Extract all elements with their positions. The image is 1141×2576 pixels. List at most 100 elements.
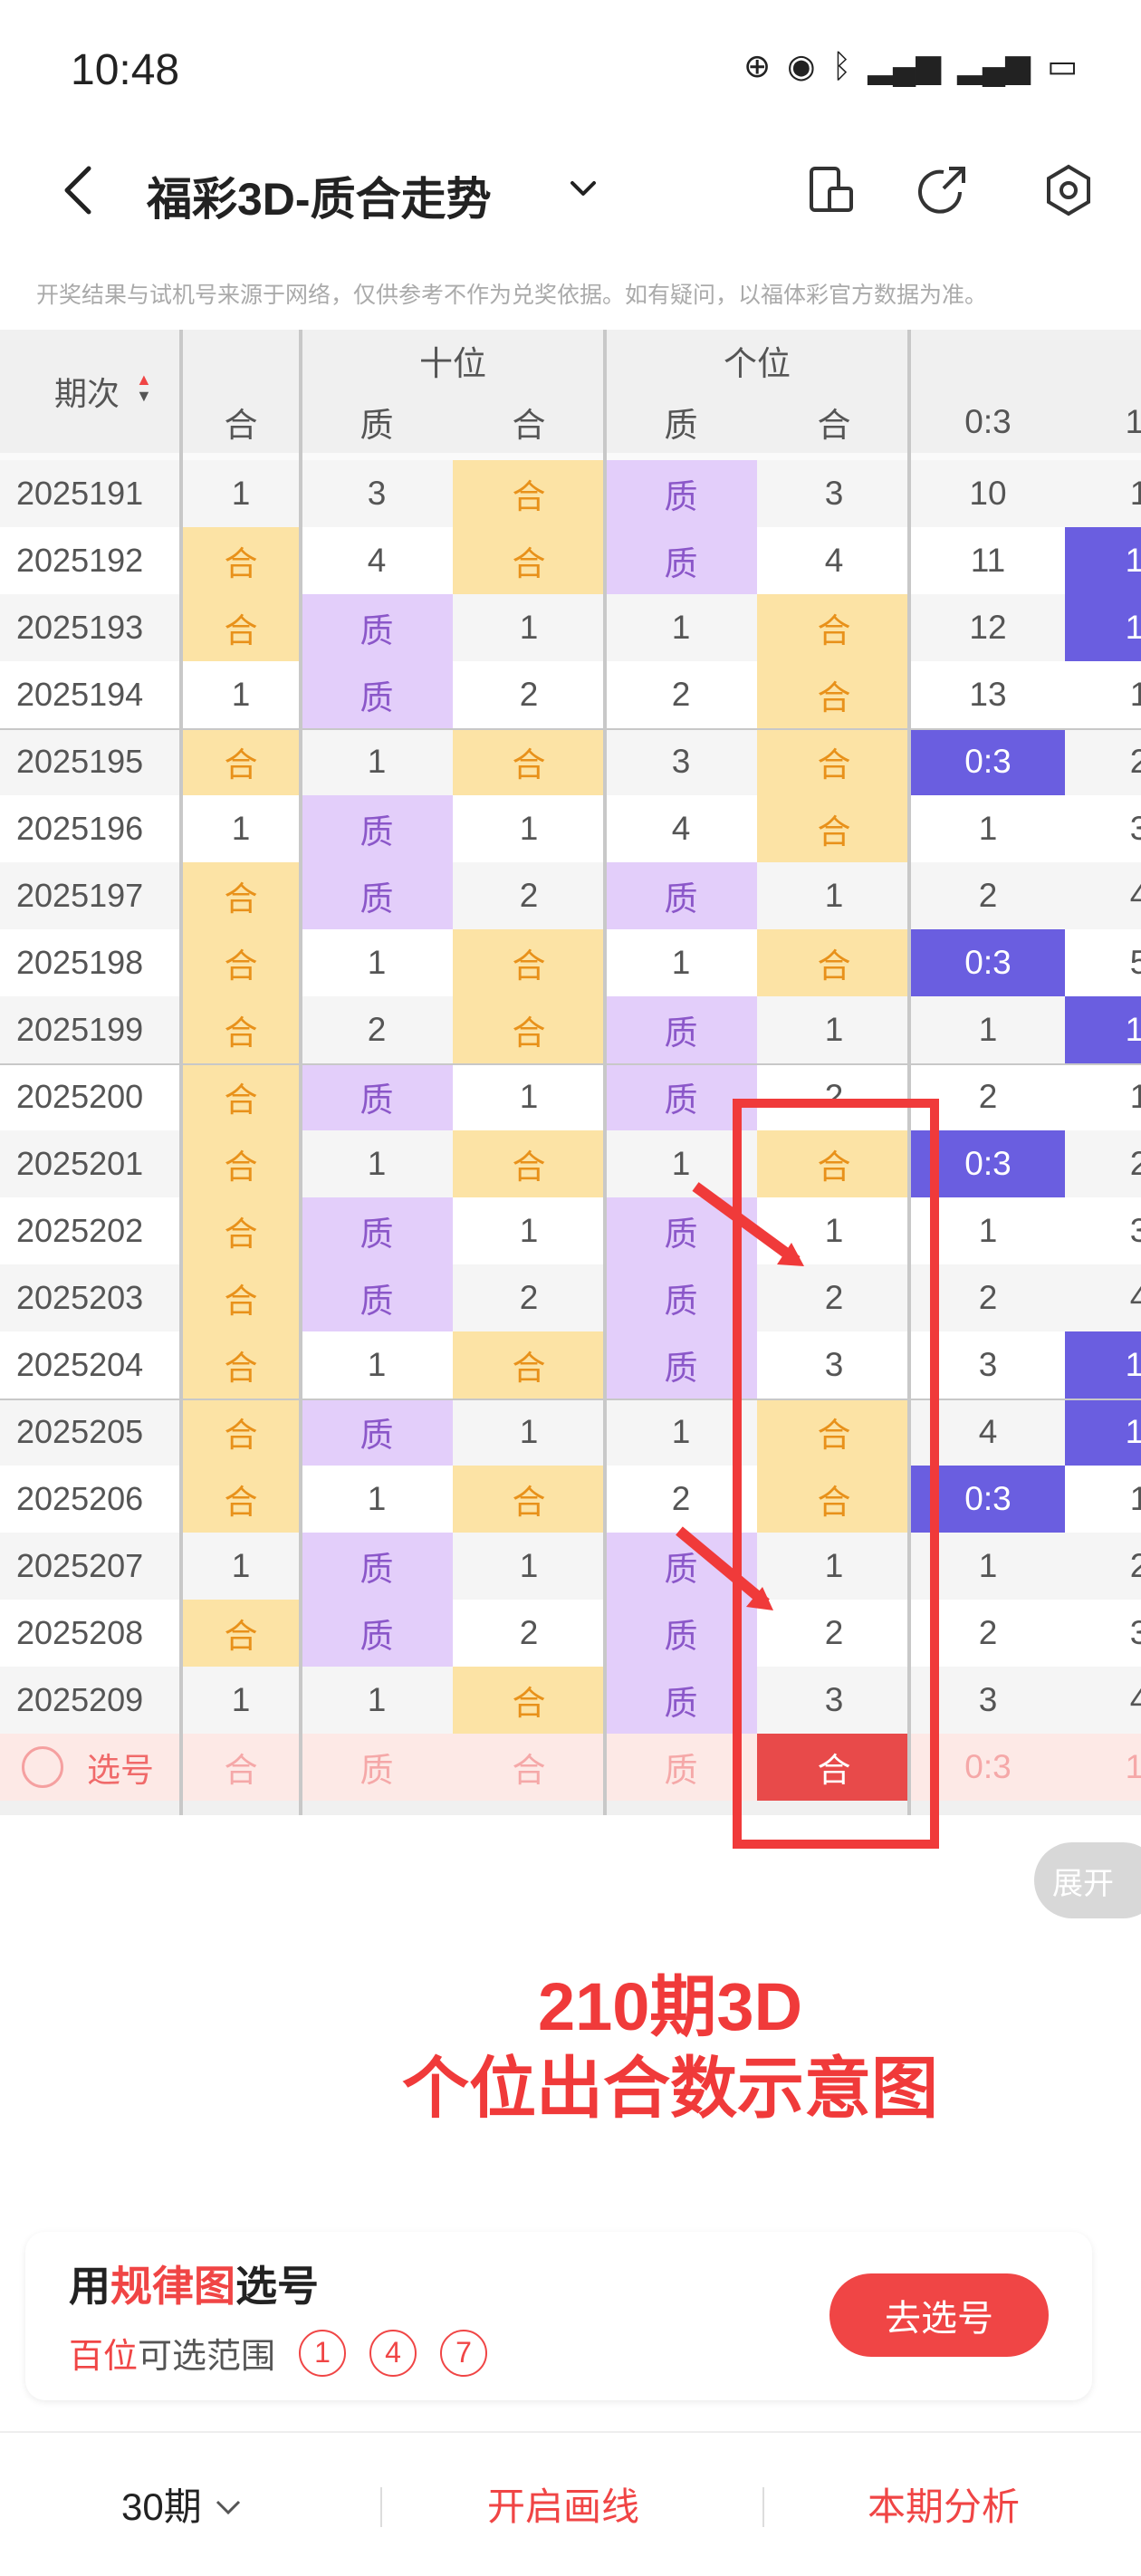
rule-sub-highlight: 百位: [69, 2338, 139, 2376]
status-bar: 10:48 ⊕ ◉ ᛒ ▂▄▆ ▂▄▆ ▭: [0, 0, 1141, 136]
trend-cell: 2: [671, 1480, 691, 1517]
select-cell[interactable]: 1:: [1065, 1734, 1141, 1801]
trend-cell: 1: [231, 1681, 251, 1718]
page-title[interactable]: 福彩3D-质合走势: [147, 163, 492, 228]
select-cell[interactable]: 合: [181, 1734, 301, 1801]
trend-cell: 1: [367, 1480, 387, 1517]
disclaimer-text: 开奖结果与试机号来源于网络，仅供参考不作为兑奖依据。如有疑问，以福体彩官方数据为…: [36, 283, 988, 308]
select-cell[interactable]: 0:3: [911, 1734, 1065, 1801]
trend-cell: 合: [453, 996, 605, 1063]
select-cell[interactable]: 合: [757, 1734, 911, 1801]
period-cell: 2025196: [16, 810, 144, 847]
trend-cell: 合: [757, 1466, 911, 1533]
trend-cell: 1: [231, 1547, 251, 1584]
trend-cell: 2: [671, 676, 691, 713]
rule-card-subtitle: 百位可选范围 1 4 7: [69, 2328, 488, 2378]
rotate-screen-icon[interactable]: [802, 161, 860, 219]
bottom-bar: 30期 开启画线 本期分析: [0, 2431, 1141, 2576]
trend-cell: 1: [671, 1413, 691, 1450]
title-bar: 福彩3D-质合走势: [0, 136, 1141, 245]
sub-header: 质: [301, 393, 453, 451]
trend-cell: 合: [181, 1264, 301, 1331]
trend-cell: 合: [181, 1399, 301, 1466]
period-cell: 2025198: [16, 944, 144, 981]
trend-cell: 4: [671, 810, 691, 847]
overlay-subtitle: 个位出合数示意图: [402, 2051, 938, 2126]
chevron-down-icon[interactable]: [565, 170, 601, 207]
chevron-down-icon: [216, 2500, 241, 2515]
trend-cell: 1: [231, 676, 251, 713]
rule-title-highlight: 规律图: [110, 2263, 235, 2310]
period-cell: 2025192: [16, 542, 144, 579]
trend-cell: 质: [605, 1533, 757, 1600]
select-cell[interactable]: 质: [301, 1734, 453, 1801]
trend-cell: 质: [605, 1600, 757, 1667]
trend-cell: 合: [181, 527, 301, 594]
rule-title-prefix: 用: [69, 2263, 110, 2310]
trend-cell: 合: [181, 594, 301, 661]
analysis-button[interactable]: 本期分析: [868, 2476, 1020, 2532]
trend-cell: 3: [824, 1346, 844, 1383]
period-cell: 2025191: [16, 475, 144, 512]
trend-cell: 2: [1129, 1547, 1141, 1584]
trend-cell: 质: [301, 1197, 453, 1264]
trend-cell: 0:3: [911, 1130, 1065, 1197]
divider: [380, 2487, 382, 2527]
trend-cell: 质: [301, 1399, 453, 1466]
trend-cell: 1: [231, 810, 251, 847]
range-option-2: 4: [369, 2329, 417, 2377]
share-icon[interactable]: [916, 161, 974, 219]
settings-icon[interactable]: [1040, 161, 1098, 219]
trend-cell: 2: [824, 1279, 844, 1316]
row-group-divider: [0, 728, 1141, 730]
draw-line-button[interactable]: 开启画线: [487, 2476, 639, 2532]
trend-cell: 合: [453, 929, 605, 996]
trend-cell: 1:: [1065, 1331, 1141, 1399]
trend-cell: 合: [757, 728, 911, 795]
select-cell[interactable]: 质: [605, 1734, 757, 1801]
row-top-sliver: [0, 453, 1141, 460]
trend-cell: 1: [519, 1078, 539, 1115]
back-arrow-icon[interactable]: [53, 163, 107, 217]
footer-group-ge: 个位: [605, 1801, 909, 1815]
select-circle-icon[interactable]: [22, 1746, 63, 1788]
trend-cell: 1: [367, 743, 387, 780]
trend-cell: 合: [181, 1331, 301, 1399]
status-time: 10:48: [71, 46, 180, 94]
trend-cell: 2: [978, 877, 998, 914]
period-selector[interactable]: 30期: [121, 2476, 244, 2532]
trend-table[interactable]: 期次十位个位▲▼合质合质合0:31:202519113合质31012025192…: [0, 330, 1141, 1815]
trend-cell: 合: [181, 1063, 301, 1130]
period-cell: 2025205: [16, 1413, 144, 1450]
trend-cell: 2: [824, 1078, 844, 1115]
trend-cell: 3: [1129, 1614, 1141, 1651]
trend-cell: 质: [605, 527, 757, 594]
sub-header: 质: [605, 393, 757, 451]
trend-cell: 1: [671, 609, 691, 646]
expand-button[interactable]: 展开: [1034, 1842, 1141, 1918]
select-cell[interactable]: 合: [453, 1734, 605, 1801]
trend-cell: 5: [1129, 944, 1141, 981]
app-screen: 10:48 ⊕ ◉ ᛒ ▂▄▆ ▂▄▆ ▭ 福彩3D-质合走势 开奖结果与试机号…: [0, 0, 1141, 2576]
group-header-ge: 个位: [605, 330, 909, 391]
trend-cell: 2: [978, 1078, 998, 1115]
column-divider: [179, 330, 183, 1815]
trend-cell: 2: [519, 1279, 539, 1316]
trend-cell: 合: [757, 1130, 911, 1197]
period-cell: 2025209: [16, 1681, 144, 1718]
trend-cell: 3: [824, 475, 844, 512]
trend-cell: 合: [757, 661, 911, 728]
eye-icon: ◉: [787, 47, 816, 84]
trend-cell: 3: [1129, 1212, 1141, 1249]
trend-cell: 合: [757, 1399, 911, 1466]
period-cell: 2025203: [16, 1279, 144, 1316]
trend-cell: 1: [367, 1346, 387, 1383]
row-group-divider: [0, 1399, 1141, 1400]
period-cell: 2025194: [16, 676, 144, 713]
column-divider: [603, 330, 607, 1815]
trend-cell: 1: [231, 475, 251, 512]
go-select-button[interactable]: 去选号: [829, 2273, 1049, 2357]
trend-cell: 质: [605, 1197, 757, 1264]
trend-cell: 0:3: [911, 1466, 1065, 1533]
sort-icon[interactable]: ▲ ▼: [136, 371, 152, 404]
